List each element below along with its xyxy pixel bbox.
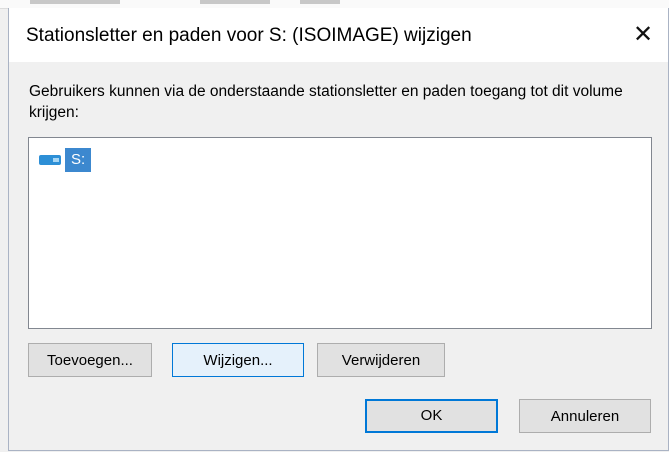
background-text-fragment — [30, 0, 120, 4]
dialog-title: Stationsletter en paden voor S: (ISOIMAG… — [26, 25, 472, 46]
add-button[interactable]: Toevoegen... — [28, 343, 152, 377]
ok-button[interactable]: OK — [365, 399, 498, 433]
drive-letter-label: S: — [65, 148, 92, 172]
background-text-fragment — [200, 0, 270, 4]
remove-button[interactable]: Verwijderen — [317, 343, 445, 377]
background-text-fragment — [300, 0, 340, 4]
title-bar[interactable]: Stationsletter en paden voor S: (ISOIMAG… — [9, 8, 668, 62]
drive-icon — [39, 155, 61, 165]
change-drive-letter-dialog: Stationsletter en paden voor S: (ISOIMAG… — [8, 8, 669, 451]
cancel-button[interactable]: Annuleren — [519, 399, 651, 433]
drive-paths-list[interactable]: S: — [28, 137, 652, 329]
change-button[interactable]: Wijzigen... — [172, 343, 304, 377]
close-icon[interactable]: ✕ — [626, 18, 660, 52]
dialog-description: Gebruikers kunnen via de onderstaande st… — [29, 83, 623, 121]
